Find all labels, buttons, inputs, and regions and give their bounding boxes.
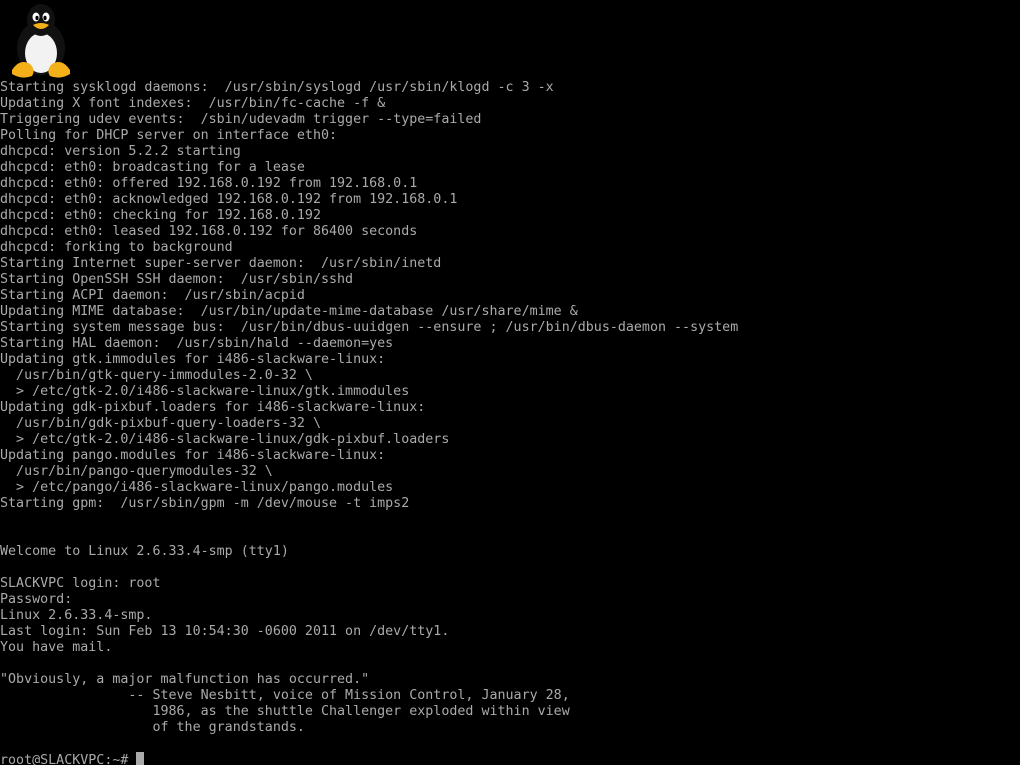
console-line: Starting OpenSSH SSH daemon: /usr/sbin/s… <box>0 272 354 287</box>
console-line: Updating MIME database: /usr/bin/update-… <box>0 304 578 319</box>
console-line: dhcpcd: eth0: offered 192.168.0.192 from… <box>0 176 418 191</box>
shell-prompt: root@SLACKVPC:~# <box>0 753 137 765</box>
console-line: Starting system message bus: /usr/bin/db… <box>0 320 739 335</box>
console-line: dhcpcd: eth0: acknowledged 192.168.0.192… <box>0 192 458 207</box>
console-line: Triggering udev events: /sbin/udevadm tr… <box>0 112 482 127</box>
console-line: Updating gdk-pixbuf.loaders for i486-sla… <box>0 400 426 415</box>
console-line: Starting Internet super-server daemon: /… <box>0 256 442 271</box>
console-line: dhcpcd: eth0: leased 192.168.0.192 for 8… <box>0 224 418 239</box>
text-cursor <box>136 752 145 765</box>
console-line: dhcpcd: forking to background <box>0 240 233 255</box>
console-line: Polling for DHCP server on interface eth… <box>0 128 338 143</box>
console-line: -- Steve Nesbitt, voice of Mission Contr… <box>0 688 570 703</box>
console-line: 1986, as the shuttle Challenger exploded… <box>0 704 570 719</box>
console-line: /usr/bin/pango-querymodules-32 \ <box>0 464 273 479</box>
console-line: > /etc/gtk-2.0/i486-slackware-linux/gdk-… <box>0 432 450 447</box>
console-line: > /etc/gtk-2.0/i486-slackware-linux/gtk.… <box>0 384 410 399</box>
console-line: Updating gtk.immodules for i486-slackwar… <box>0 352 386 367</box>
console-output: Starting sysklogd daemons: /usr/sbin/sys… <box>0 80 1020 765</box>
console-line: dhcpcd: eth0: checking for 192.168.0.192 <box>0 208 321 223</box>
console-line: Updating pango.modules for i486-slackwar… <box>0 448 386 463</box>
console-line: Last login: Sun Feb 13 10:54:30 -0600 20… <box>0 624 450 639</box>
console-line: dhcpcd: eth0: broadcasting for a lease <box>0 160 305 175</box>
terminal-screen[interactable]: Starting sysklogd daemons: /usr/sbin/sys… <box>0 0 1020 765</box>
console-line: Welcome to Linux 2.6.33.4-smp (tty1) <box>0 544 289 559</box>
console-line: Starting ACPI daemon: /usr/sbin/acpid <box>0 288 305 303</box>
console-line: of the grandstands. <box>0 720 305 735</box>
console-line: > /etc/pango/i486-slackware-linux/pango.… <box>0 480 394 495</box>
shell-prompt-row[interactable]: root@SLACKVPC:~# <box>0 752 1020 765</box>
tux-penguin-icon <box>12 4 70 78</box>
console-line: Starting HAL daemon: /usr/sbin/hald --da… <box>0 336 394 351</box>
console-line: /usr/bin/gdk-pixbuf-query-loaders-32 \ <box>0 416 321 431</box>
console-line: Updating X font indexes: /usr/bin/fc-cac… <box>0 96 386 111</box>
console-line: dhcpcd: version 5.2.2 starting <box>0 144 241 159</box>
console-line: SLACKVPC login: root <box>0 576 161 591</box>
console-line: "Obviously, a major malfunction has occu… <box>0 672 370 687</box>
console-line: You have mail. <box>0 640 113 655</box>
console-line: Starting sysklogd daemons: /usr/sbin/sys… <box>0 80 554 95</box>
console-line: Password: <box>0 592 73 607</box>
console-line: /usr/bin/gtk-query-immodules-2.0-32 \ <box>0 368 313 383</box>
console-line: Linux 2.6.33.4-smp. <box>0 608 153 623</box>
console-line: Starting gpm: /usr/sbin/gpm -m /dev/mous… <box>0 496 410 511</box>
